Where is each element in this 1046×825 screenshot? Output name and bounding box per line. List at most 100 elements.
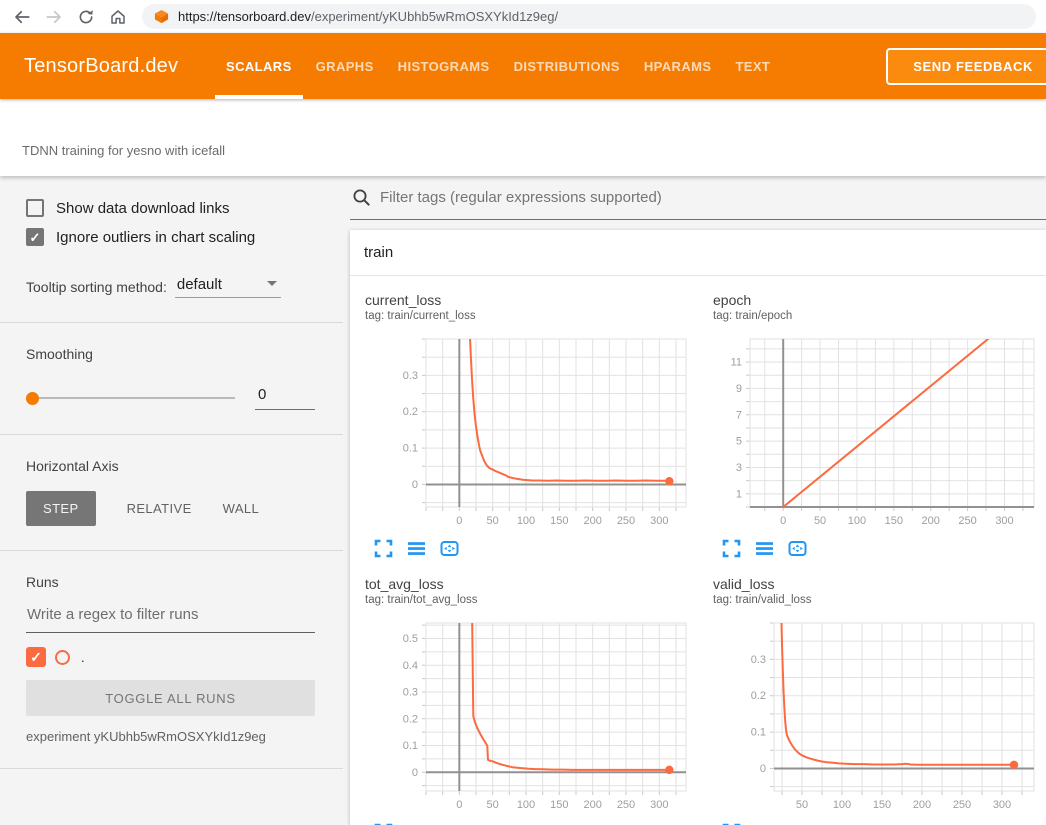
smoothing-value[interactable]: 0 (255, 386, 315, 410)
tooltip-sorting-value: default (177, 276, 222, 293)
svg-text:0.2: 0.2 (403, 406, 418, 418)
url-domain: https://tensorboard.dev (178, 9, 311, 24)
run-filter-input[interactable] (26, 606, 315, 633)
tab-hparams[interactable]: HPARAMS (633, 33, 723, 99)
svg-text:9: 9 (736, 383, 742, 395)
back-icon[interactable] (13, 8, 31, 26)
chart-card-tot-avg-loss: tot_avg_loss tag: train/tot_avg_loss 050… (350, 560, 698, 825)
chart-title: tot_avg_loss (365, 576, 698, 593)
svg-text:3: 3 (736, 462, 742, 474)
ignore-outliers-row[interactable]: ✓ Ignore outliers in chart scaling (26, 228, 315, 246)
svg-text:5: 5 (736, 436, 742, 448)
svg-text:0.2: 0.2 (403, 713, 418, 725)
address-bar[interactable]: https://tensorboard.dev/experiment/yKUbh… (142, 4, 1036, 29)
svg-text:100: 100 (517, 515, 535, 527)
url-path: /experiment/yKUbhb5wRmOSXYkId1z9eg/ (311, 9, 558, 24)
svg-text:150: 150 (873, 799, 891, 811)
home-icon[interactable] (109, 8, 127, 26)
smoothing-slider-thumb[interactable] (26, 392, 39, 405)
fit-domain-icon[interactable] (788, 539, 807, 558)
chart-plot[interactable]: 0501001502002503001357911 (704, 335, 1039, 535)
fit-domain-icon[interactable] (440, 539, 459, 558)
svg-text:150: 150 (885, 515, 903, 527)
axis-step-button[interactable]: STEP (26, 491, 96, 526)
reload-icon[interactable] (77, 8, 95, 26)
charts-grid: current_loss tag: train/current_loss 050… (350, 276, 1046, 825)
tab-graphs[interactable]: GRAPHS (305, 33, 385, 99)
run-checkbox[interactable]: ✓ (26, 647, 46, 667)
chart-card-epoch: epoch tag: train/epoch 05010015020025030… (698, 276, 1046, 560)
run-color-swatch[interactable] (55, 650, 70, 665)
expand-chart-icon[interactable] (722, 539, 741, 558)
chart-title: valid_loss (713, 576, 1046, 593)
svg-text:0.3: 0.3 (403, 687, 418, 699)
tab-histograms[interactable]: HISTOGRAMS (387, 33, 501, 99)
expand-chart-icon[interactable] (374, 539, 393, 558)
svg-text:50: 50 (487, 799, 499, 811)
log-scale-icon[interactable] (407, 539, 426, 558)
svg-text:100: 100 (848, 515, 866, 527)
show-download-links-row[interactable]: Show data download links (26, 199, 315, 217)
chart-card-current-loss: current_loss tag: train/current_loss 050… (350, 276, 698, 560)
svg-text:50: 50 (796, 799, 808, 811)
experiment-id-label: experiment yKUbhb5wRmOSXYkId1z9eg (26, 729, 315, 744)
svg-text:200: 200 (583, 515, 601, 527)
svg-text:150: 150 (550, 799, 568, 811)
tab-scalars[interactable]: SCALARS (215, 33, 303, 99)
chart-title: epoch (713, 292, 1046, 309)
svg-text:300: 300 (995, 515, 1013, 527)
svg-text:0.1: 0.1 (403, 740, 418, 752)
page: https://tensorboard.dev/experiment/yKUbh… (0, 0, 1046, 825)
chart-plot[interactable]: 5010015020025030000.10.20.3 (704, 619, 1039, 819)
nav-tabs: SCALARS GRAPHS HISTOGRAMS DISTRIBUTIONS … (214, 33, 782, 99)
svg-text:100: 100 (833, 799, 851, 811)
svg-text:0.3: 0.3 (751, 654, 766, 666)
tab-text[interactable]: TEXT (724, 33, 781, 99)
ignore-outliers-checkbox[interactable]: ✓ (26, 228, 44, 246)
log-scale-icon[interactable] (755, 539, 774, 558)
experiment-bar: TDNN training for yesno with icefall (0, 99, 1046, 176)
tooltip-sorting-dropdown[interactable]: default (175, 276, 281, 298)
svg-text:0.2: 0.2 (751, 690, 766, 702)
chart-tag: tag: train/epoch (713, 310, 1046, 327)
svg-text:250: 250 (958, 515, 976, 527)
tooltip-sorting-row: Tooltip sorting method: default (26, 276, 315, 298)
chart-plot[interactable]: 05010015020025030000.10.20.30.40.5 (356, 619, 691, 819)
browser-toolbar: https://tensorboard.dev/experiment/yKUbh… (0, 0, 1046, 33)
axis-relative-button[interactable]: RELATIVE (127, 501, 192, 516)
smoothing-slider[interactable] (26, 397, 235, 399)
svg-text:0: 0 (760, 763, 766, 775)
svg-text:200: 200 (913, 799, 931, 811)
axis-wall-button[interactable]: WALL (223, 501, 260, 516)
experiment-title: TDNN training for yesno with icefall (0, 99, 1046, 158)
tag-group-header[interactable]: train (350, 230, 1046, 276)
svg-text:250: 250 (617, 515, 635, 527)
svg-text:300: 300 (993, 799, 1011, 811)
show-download-links-checkbox[interactable] (26, 199, 44, 217)
chart-plot[interactable]: 05010015020025030000.10.20.3 (356, 335, 691, 535)
svg-text:0.1: 0.1 (751, 727, 766, 739)
svg-text:7: 7 (736, 409, 742, 421)
svg-text:0.3: 0.3 (403, 370, 418, 382)
url-text: https://tensorboard.dev/experiment/yKUbh… (178, 9, 558, 24)
send-feedback-button[interactable]: SEND FEEDBACK (886, 48, 1046, 85)
toggle-all-runs-button[interactable]: TOGGLE ALL RUNS (26, 680, 315, 716)
svg-text:0: 0 (412, 479, 418, 491)
tooltip-sorting-label: Tooltip sorting method: (26, 279, 167, 298)
tag-filter-input[interactable] (380, 189, 1046, 206)
svg-text:300: 300 (650, 515, 668, 527)
svg-text:0.5: 0.5 (403, 633, 418, 645)
tag-group-card: train current_loss tag: train/current_lo… (350, 230, 1046, 825)
forward-icon[interactable] (45, 8, 63, 26)
svg-text:0: 0 (456, 799, 462, 811)
runs-section: Runs ✓ . TOGGLE ALL RUNS experiment yKUb… (0, 551, 343, 769)
svg-text:0.1: 0.1 (403, 443, 418, 455)
svg-text:50: 50 (487, 515, 499, 527)
svg-text:0: 0 (456, 515, 462, 527)
general-settings-section: Show data download links ✓ Ignore outlie… (0, 176, 343, 323)
svg-text:200: 200 (922, 515, 940, 527)
chart-card-valid-loss: valid_loss tag: train/valid_loss 5010015… (698, 560, 1046, 825)
runs-label: Runs (26, 574, 315, 590)
tab-distributions[interactable]: DISTRIBUTIONS (503, 33, 631, 99)
main-panel: train current_loss tag: train/current_lo… (343, 176, 1046, 825)
